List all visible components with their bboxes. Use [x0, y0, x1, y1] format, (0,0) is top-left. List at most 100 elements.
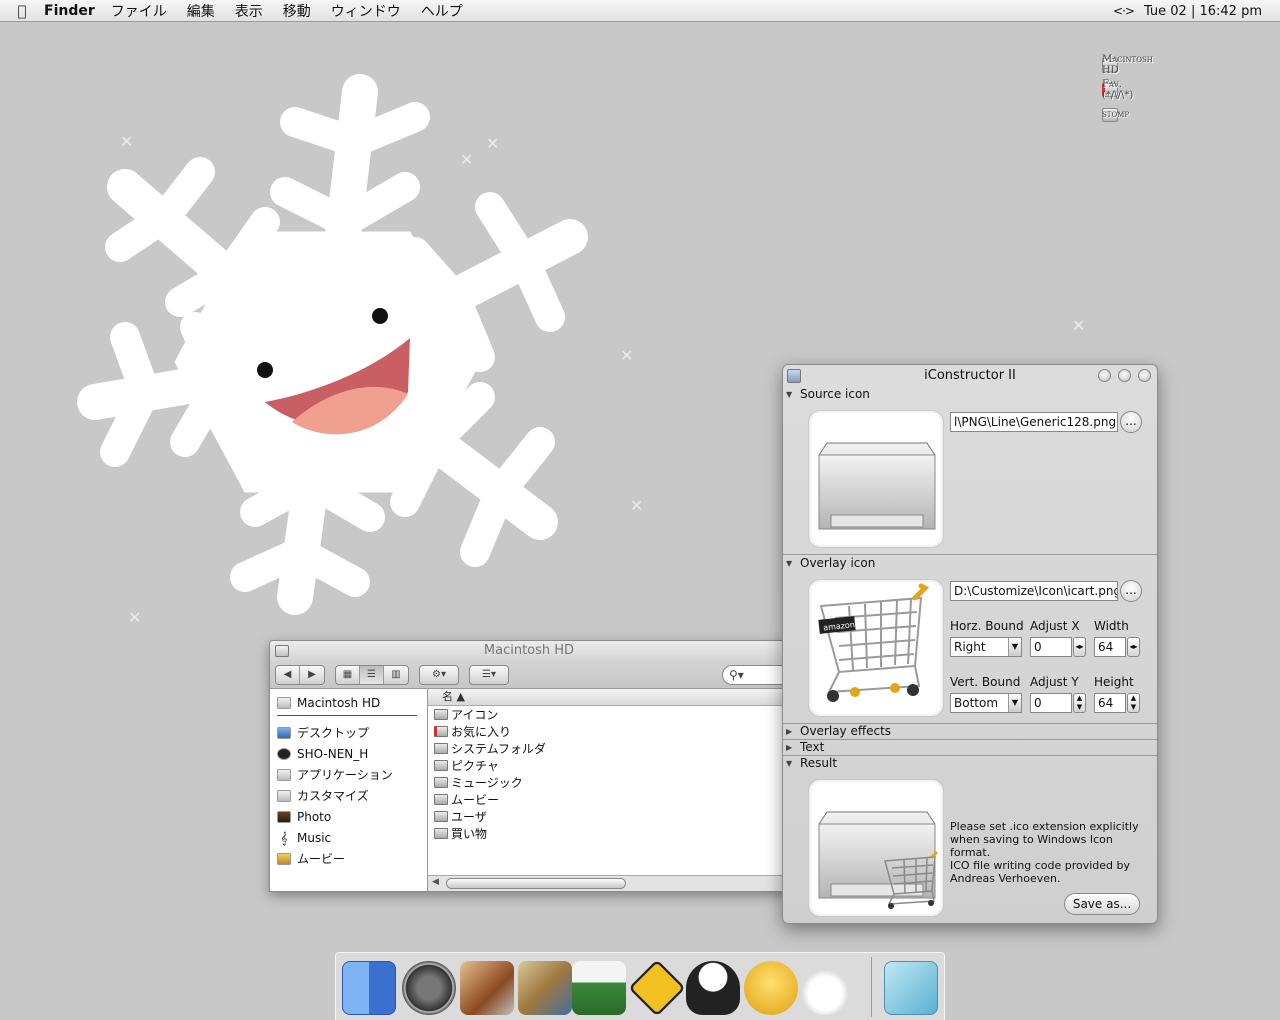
- menu-app-finder[interactable]: Finder: [44, 3, 95, 19]
- back-arrow-icon[interactable]: ◀: [276, 665, 300, 684]
- disclosure-right-icon: ▶: [786, 726, 793, 736]
- file-item[interactable]: ユーザ: [428, 808, 788, 825]
- scrollbar-thumb[interactable]: [446, 878, 626, 889]
- sidebar-item-movies[interactable]: ムービー: [277, 848, 427, 869]
- package-icon[interactable]: [518, 961, 572, 1015]
- overlay-icon-preview: amazon: [808, 579, 944, 717]
- source-path-field[interactable]: l\PNG\Line\Generic128.png: [950, 412, 1118, 432]
- sidebar-item-applications[interactable]: アプリケーション: [277, 764, 427, 785]
- horz-bound-select[interactable]: Right ▼: [950, 637, 1022, 657]
- file-item[interactable]: ピクチャ: [428, 757, 788, 774]
- height-input[interactable]: 64: [1094, 693, 1126, 713]
- sidebar-item-home[interactable]: SHO-NEN_H: [277, 743, 427, 764]
- adjust-x-input[interactable]: 0: [1030, 637, 1072, 657]
- file-item[interactable]: アイコン: [428, 706, 788, 723]
- folder-icon: [434, 811, 448, 822]
- duck-icon[interactable]: [744, 961, 798, 1015]
- result-icon-preview: [808, 779, 944, 917]
- applications-icon: [277, 768, 291, 781]
- home-icon: [277, 747, 291, 760]
- bird-icon[interactable]: [686, 961, 740, 1015]
- folder-icon: [434, 777, 448, 788]
- sidebar-item-macintosh-hd[interactable]: Macintosh HD: [277, 692, 427, 713]
- folder-icon: [434, 794, 448, 805]
- menu-edit[interactable]: 編集: [187, 1, 215, 21]
- icon-view-icon[interactable]: ▦: [336, 665, 360, 684]
- menu-view[interactable]: 表示: [235, 1, 263, 21]
- adjust-x-stepper[interactable]: ◂▸: [1073, 637, 1086, 657]
- box-icon[interactable]: [884, 961, 938, 1015]
- folder-icon: [434, 760, 448, 771]
- scroll-left-icon[interactable]: ◀: [432, 877, 439, 887]
- overlay-icon-section-header[interactable]: ▼ Overlay icon: [783, 555, 875, 571]
- dashboard-icon[interactable]: [402, 961, 456, 1015]
- text-section-header[interactable]: ▶ Text: [783, 739, 824, 755]
- menu-clock[interactable]: Tue 02 | 16:42 pm: [1144, 4, 1262, 19]
- zoom-icon[interactable]: [1118, 369, 1131, 382]
- network-icon[interactable]: <·>: [1113, 4, 1135, 18]
- music-note-icon: 𝄞: [280, 830, 288, 845]
- desktop-icon-fav[interactable]: Fav. (*/\/\*): [1102, 77, 1133, 102]
- sidebar-item-music[interactable]: 𝄞 Music: [277, 827, 427, 848]
- menu-file[interactable]: ファイル: [111, 1, 167, 21]
- dock: [335, 952, 945, 1020]
- action-gear-button[interactable]: ⚙▾: [419, 664, 459, 685]
- sparkle-icon: ✕: [630, 496, 644, 515]
- close-icon[interactable]: [1138, 369, 1151, 382]
- list-view-icon[interactable]: ☰: [360, 665, 384, 684]
- sidebar-item-customize[interactable]: カスタマイズ: [277, 785, 427, 806]
- disclosure-down-icon: ▼: [786, 389, 793, 399]
- column-header-name[interactable]: 名 ▲: [428, 689, 788, 706]
- folder-icon: [434, 743, 448, 754]
- browse-source-button[interactable]: ...: [1120, 411, 1142, 433]
- desktop-icon-macintosh-hd[interactable]: Macintosh HD: [1102, 52, 1153, 77]
- hard-drive-icon: [277, 696, 291, 709]
- horizontal-scrollbar[interactable]: ◀: [428, 875, 788, 891]
- width-input[interactable]: 64: [1094, 637, 1126, 657]
- result-composite-icon: [818, 811, 939, 909]
- menu-help[interactable]: ヘルプ: [421, 1, 463, 21]
- finder-title-bar[interactable]: Macintosh HD: [270, 641, 788, 661]
- snowman-icon[interactable]: [798, 961, 852, 1015]
- sparkle-icon: ✕: [620, 346, 634, 365]
- browse-overlay-button[interactable]: ...: [1120, 580, 1142, 602]
- horz-bound-label: Horz. Bound: [950, 619, 1024, 633]
- overlay-path-field[interactable]: D:\Customize\Icon\icart.png: [950, 581, 1118, 601]
- apple-menu-icon[interactable]: : [0, 2, 44, 20]
- app-icon: [787, 369, 801, 383]
- sidebar-item-desktop[interactable]: デスクトップ: [277, 722, 427, 743]
- height-stepper[interactable]: ▲ ▼: [1127, 693, 1140, 713]
- finder-icon[interactable]: [342, 961, 396, 1015]
- iconstructor-window: iConstructor II ▼ Source icon l\PNG\Line…: [782, 364, 1158, 924]
- adjust-y-label: Adjust Y: [1030, 675, 1079, 689]
- menu-window[interactable]: ウィンドウ: [331, 1, 401, 21]
- file-item[interactable]: ミュージック: [428, 774, 788, 791]
- iphoto-icon[interactable]: [460, 961, 514, 1015]
- minimize-icon[interactable]: [1098, 369, 1111, 382]
- search-field[interactable]: ⚲▾: [722, 664, 788, 685]
- result-section-header[interactable]: ▼ Result: [783, 755, 837, 771]
- close-icon[interactable]: [275, 645, 289, 657]
- vert-bound-select[interactable]: Bottom ▼: [950, 693, 1022, 713]
- truck-icon[interactable]: [572, 961, 626, 1015]
- save-as-button[interactable]: Save as...: [1064, 893, 1140, 915]
- file-item[interactable]: 買い物: [428, 825, 788, 842]
- adjust-y-stepper[interactable]: ▲ ▼: [1073, 693, 1086, 713]
- adjust-y-input[interactable]: 0: [1030, 693, 1072, 713]
- overlay-effects-section-header[interactable]: ▶ Overlay effects: [783, 723, 891, 739]
- forward-arrow-icon[interactable]: ▶: [300, 666, 324, 684]
- transmit-icon[interactable]: [628, 959, 686, 1017]
- arrange-button[interactable]: ☰▾: [469, 664, 509, 685]
- file-item[interactable]: システムフォルダ: [428, 740, 788, 757]
- column-view-icon[interactable]: ▥: [384, 666, 408, 684]
- sidebar-item-photo[interactable]: Photo: [277, 806, 427, 827]
- tray-icon: [818, 442, 936, 530]
- file-item[interactable]: ムービー: [428, 791, 788, 808]
- width-stepper[interactable]: ◂▸: [1127, 637, 1140, 657]
- window-title: iConstructor II: [924, 368, 1016, 383]
- desktop-icon-stomp[interactable]: stomp: [1102, 102, 1129, 127]
- source-icon-section-header[interactable]: ▼ Source icon: [783, 386, 870, 402]
- iconstructor-title-bar[interactable]: iConstructor II: [783, 365, 1157, 387]
- menu-go[interactable]: 移動: [283, 1, 311, 21]
- file-item[interactable]: お気に入り: [428, 723, 788, 740]
